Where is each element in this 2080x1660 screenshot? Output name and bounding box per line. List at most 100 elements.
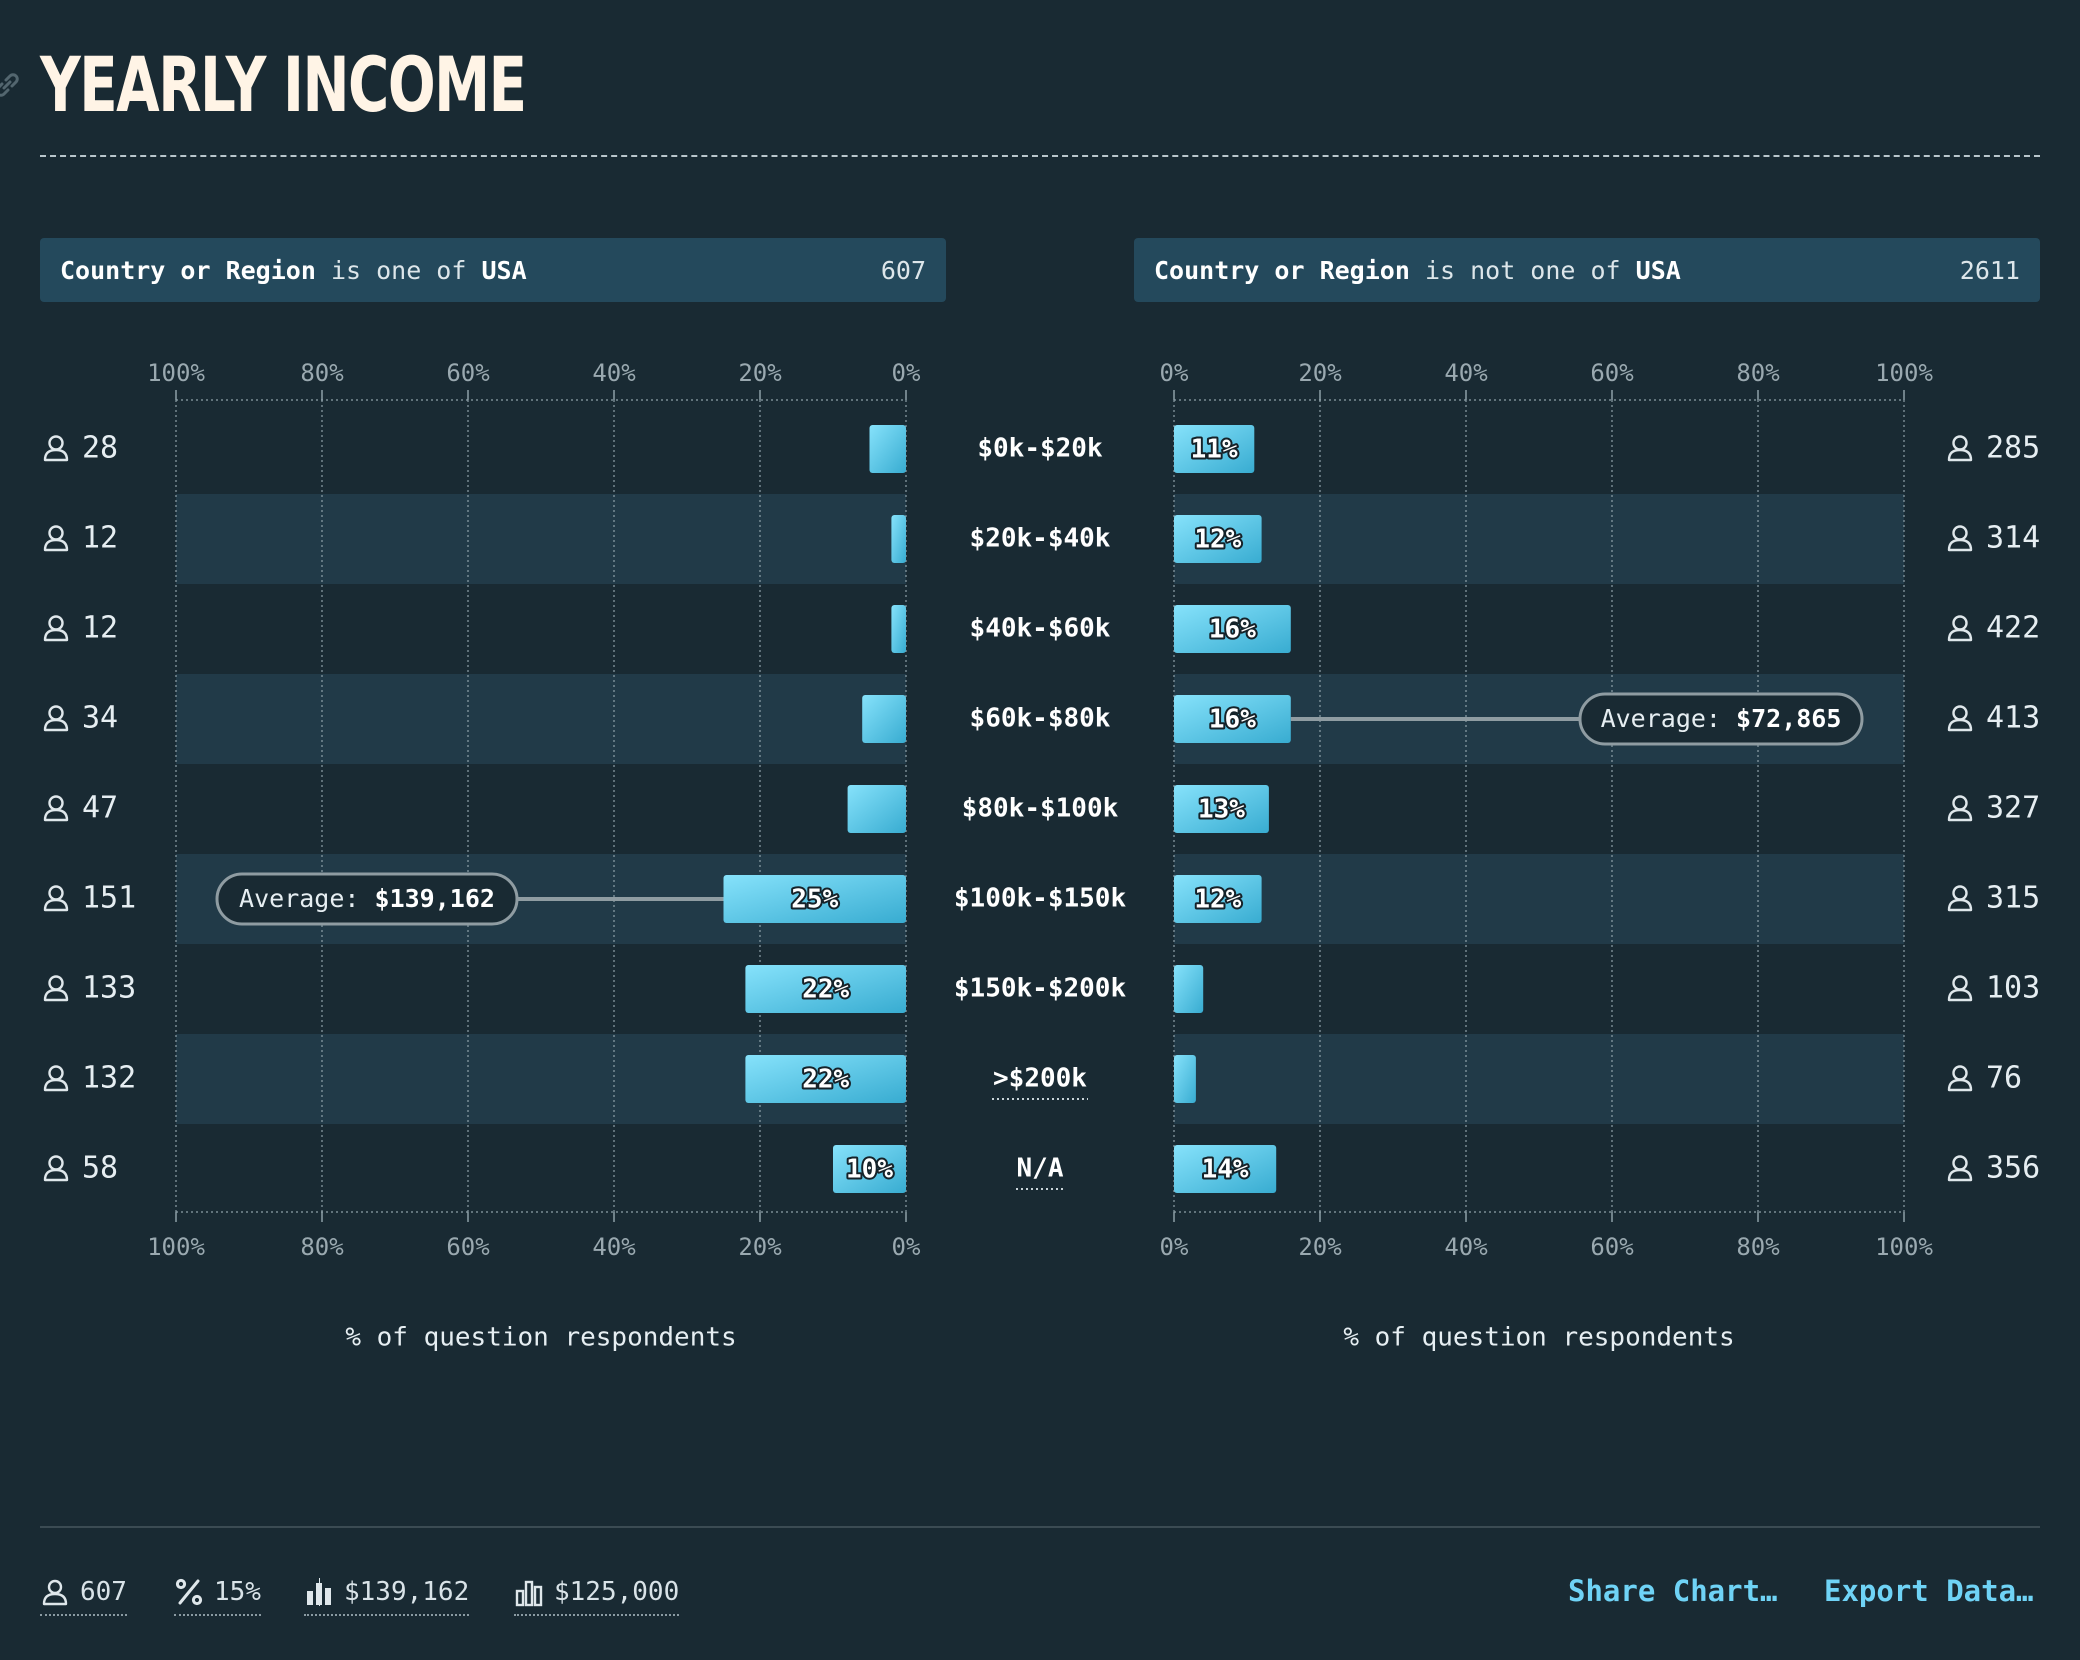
bar [1174, 1055, 1196, 1103]
x-tick-label: 0% [892, 359, 921, 387]
respondent-count: 314 [1986, 521, 2040, 556]
category-label: $80k-$100k [962, 794, 1119, 824]
stat-percent[interactable]: 15% [174, 1572, 261, 1616]
x-tick-label: 60% [1590, 1233, 1634, 1261]
stat-respondents[interactable]: 607 [40, 1572, 127, 1616]
average-label-text: Average: [1601, 704, 1736, 733]
average-value: $72,865 [1736, 704, 1841, 733]
bar [847, 785, 906, 833]
stat-median[interactable]: $125,000 [514, 1572, 680, 1616]
person-icon [43, 615, 69, 642]
respondent-count: 327 [1986, 791, 2040, 826]
respondent-count: 12 [82, 611, 118, 646]
x-tick-label: 0% [1160, 1233, 1189, 1261]
x-tick-label: 80% [1736, 359, 1780, 387]
person-icon [1947, 885, 1973, 912]
x-tick-label: 40% [592, 359, 636, 387]
category-label: $40k-$60k [970, 614, 1111, 644]
person-icon [1947, 705, 1973, 732]
footer-divider [40, 1526, 2040, 1528]
x-tick-label: 0% [892, 1233, 921, 1261]
row-band [1174, 1034, 1904, 1124]
average-label: Average: $72,865 [1601, 704, 1842, 733]
category-label: $20k-$40k [970, 524, 1111, 554]
respondent-count: 315 [1986, 881, 2040, 916]
person-icon [1947, 795, 1973, 822]
person-icon [42, 1579, 68, 1606]
bar [862, 695, 906, 743]
stat-value: $125,000 [554, 1577, 680, 1607]
bar-value-label: 16% [1209, 705, 1256, 735]
x-tick-label: 100% [1875, 359, 1933, 387]
respondent-count: 132 [82, 1061, 136, 1096]
x-tick-label: 20% [738, 359, 782, 387]
x-tick-label: 60% [446, 1233, 490, 1261]
bar-value-label: 22% [802, 1065, 849, 1095]
respondent-count: 103 [1986, 971, 2040, 1006]
row-band [1174, 854, 1904, 944]
x-tick-label: 60% [446, 359, 490, 387]
bar-value-label: 25% [791, 885, 838, 915]
bar [1174, 965, 1204, 1013]
person-icon [43, 795, 69, 822]
respondent-count: 34 [82, 701, 118, 736]
bar-value-label: 12% [1194, 525, 1241, 555]
x-tick-label: 20% [1298, 1233, 1342, 1261]
x-tick-label: 40% [1444, 1233, 1488, 1261]
respondent-count: 285 [1986, 431, 2040, 466]
x-tick-label: 20% [738, 1233, 782, 1261]
export-data-link[interactable]: Export Data… [1824, 1574, 2034, 1608]
person-icon [1947, 525, 1973, 552]
average-bars-icon [307, 1578, 331, 1606]
percent-icon [175, 1578, 203, 1606]
respondent-count: 133 [82, 971, 136, 1006]
respondent-count: 422 [1986, 611, 2040, 646]
respondent-count: 76 [1986, 1061, 2022, 1096]
person-icon [43, 1155, 69, 1182]
bar-value-label: 11% [1191, 435, 1238, 465]
category-label: >$200k [993, 1064, 1087, 1094]
x-tick-label: 0% [1160, 359, 1189, 387]
stat-value: 607 [80, 1577, 127, 1607]
respondent-count: 413 [1986, 701, 2040, 736]
respondent-count: 356 [1986, 1151, 2040, 1186]
category-label: $150k-$200k [954, 974, 1127, 1004]
respondent-count: 28 [82, 431, 118, 466]
average-label-text: Average: [239, 884, 374, 913]
bar-value-label: 12% [1194, 885, 1241, 915]
share-chart-link[interactable]: Share Chart… [1568, 1574, 1778, 1608]
stat-value: $139,162 [344, 1577, 470, 1607]
person-icon [1947, 1065, 1973, 1092]
person-icon [1947, 435, 1973, 462]
person-icon [1947, 615, 1973, 642]
x-tick-label: 80% [1736, 1233, 1780, 1261]
x-tick-label: 20% [1298, 359, 1342, 387]
x-axis-label: % of question respondents [345, 1323, 736, 1353]
category-label: N/A [1017, 1154, 1064, 1184]
income-charts: 100% 100% 80% 80% 60% 60% 40% 40% 20% 20% 0% 0% % of… [43, 359, 2040, 1353]
x-tick-label: 80% [300, 359, 344, 387]
x-tick-label: 40% [592, 1233, 636, 1261]
average-label: Average: $139,162 [239, 884, 495, 913]
person-icon [43, 435, 69, 462]
median-bars-icon [515, 1580, 543, 1607]
bar-value-label: 22% [802, 975, 849, 1005]
x-axis-label: % of question respondents [1343, 1323, 1734, 1353]
x-tick-label: 100% [147, 359, 205, 387]
stat-value: 15% [214, 1577, 261, 1607]
stat-average[interactable]: $139,162 [304, 1572, 470, 1616]
bar-value-label: 14% [1202, 1155, 1249, 1185]
person-icon [43, 525, 69, 552]
x-tick-label: 100% [147, 1233, 205, 1261]
category-label: $0k-$20k [977, 434, 1103, 464]
category-label: $60k-$80k [970, 704, 1111, 734]
bar-value-label: 16% [1209, 615, 1256, 645]
average-value: $139,162 [375, 884, 495, 913]
person-icon [43, 975, 69, 1002]
respondent-count: 151 [82, 881, 136, 916]
bar-value-label: 13% [1198, 795, 1245, 825]
person-icon [43, 885, 69, 912]
bar [891, 515, 906, 563]
row-band [176, 494, 906, 584]
person-icon [43, 705, 69, 732]
